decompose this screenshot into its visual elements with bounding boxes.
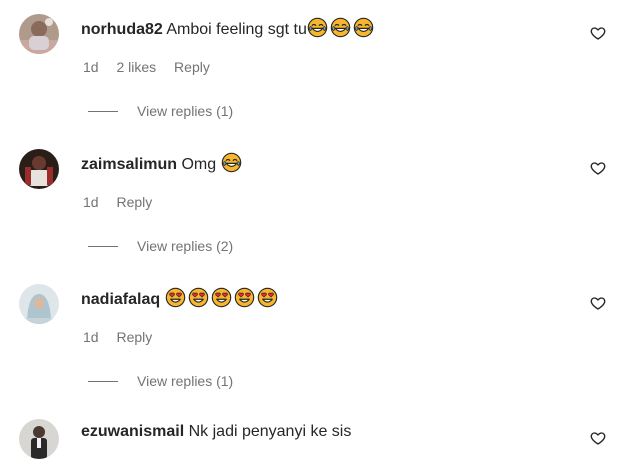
- heart-outline-icon[interactable]: [590, 160, 606, 176]
- comment-body: zaimsalimun Omg: [81, 152, 242, 175]
- heart-outline-icon[interactable]: [590, 295, 606, 311]
- replies-divider: [88, 380, 118, 382]
- avatar[interactable]: [19, 14, 59, 54]
- heart-outline-icon[interactable]: [590, 430, 606, 446]
- comment-meta: 1d Reply: [83, 193, 166, 211]
- reply-button[interactable]: Reply: [116, 194, 152, 210]
- comment-meta: 1d 2 likes Reply: [83, 58, 224, 76]
- comment-text: Omg: [181, 156, 221, 173]
- heart-eyes-emoji: [165, 287, 186, 308]
- comment-age: 1d: [83, 194, 99, 210]
- replies-divider: [88, 110, 118, 112]
- comment-username[interactable]: norhuda82: [81, 21, 163, 38]
- avatar[interactable]: [19, 149, 59, 189]
- avatar[interactable]: [19, 284, 59, 324]
- comment-text: Amboi feeling sgt tu: [166, 21, 307, 38]
- comment-username[interactable]: ezuwanismail: [81, 423, 184, 440]
- reply-button[interactable]: Reply: [116, 329, 152, 345]
- comment-emojis: [221, 152, 242, 173]
- heart-eyes-emoji: [234, 287, 255, 308]
- tears-of-joy-emoji: [353, 17, 374, 38]
- comment-text: Nk jadi penyanyi ke sis: [188, 423, 352, 440]
- comment-emojis: [307, 17, 374, 38]
- comment-age: 1d: [83, 59, 99, 75]
- replies-divider: [88, 245, 118, 247]
- tears-of-joy-emoji: [330, 17, 351, 38]
- view-replies-button[interactable]: View replies (1): [137, 102, 233, 120]
- comment-body: ezuwanismail Nk jadi penyanyi ke sis: [81, 422, 351, 442]
- tears-of-joy-emoji: [307, 17, 328, 38]
- heart-eyes-emoji: [257, 287, 278, 308]
- view-replies-row: View replies (1): [88, 372, 233, 390]
- comment-age: 1d: [83, 329, 99, 345]
- comment-emojis: [165, 287, 278, 308]
- tears-of-joy-emoji: [221, 152, 242, 173]
- comment-body: norhuda82 Amboi feeling sgt tu: [81, 17, 374, 40]
- comment-body: nadiafalaq: [81, 287, 278, 310]
- view-replies-row: View replies (2): [88, 237, 233, 255]
- heart-eyes-emoji: [211, 287, 232, 308]
- avatar[interactable]: [19, 419, 59, 459]
- comment-username[interactable]: zaimsalimun: [81, 156, 177, 173]
- reply-button[interactable]: Reply: [174, 59, 210, 75]
- comment-likes[interactable]: 2 likes: [116, 59, 156, 75]
- heart-outline-icon[interactable]: [590, 25, 606, 41]
- view-replies-button[interactable]: View replies (2): [137, 237, 233, 255]
- comment-meta: 1d Reply: [83, 328, 166, 346]
- comment-username[interactable]: nadiafalaq: [81, 291, 160, 308]
- heart-eyes-emoji: [188, 287, 209, 308]
- view-replies-button[interactable]: View replies (1): [137, 372, 233, 390]
- view-replies-row: View replies (1): [88, 102, 233, 120]
